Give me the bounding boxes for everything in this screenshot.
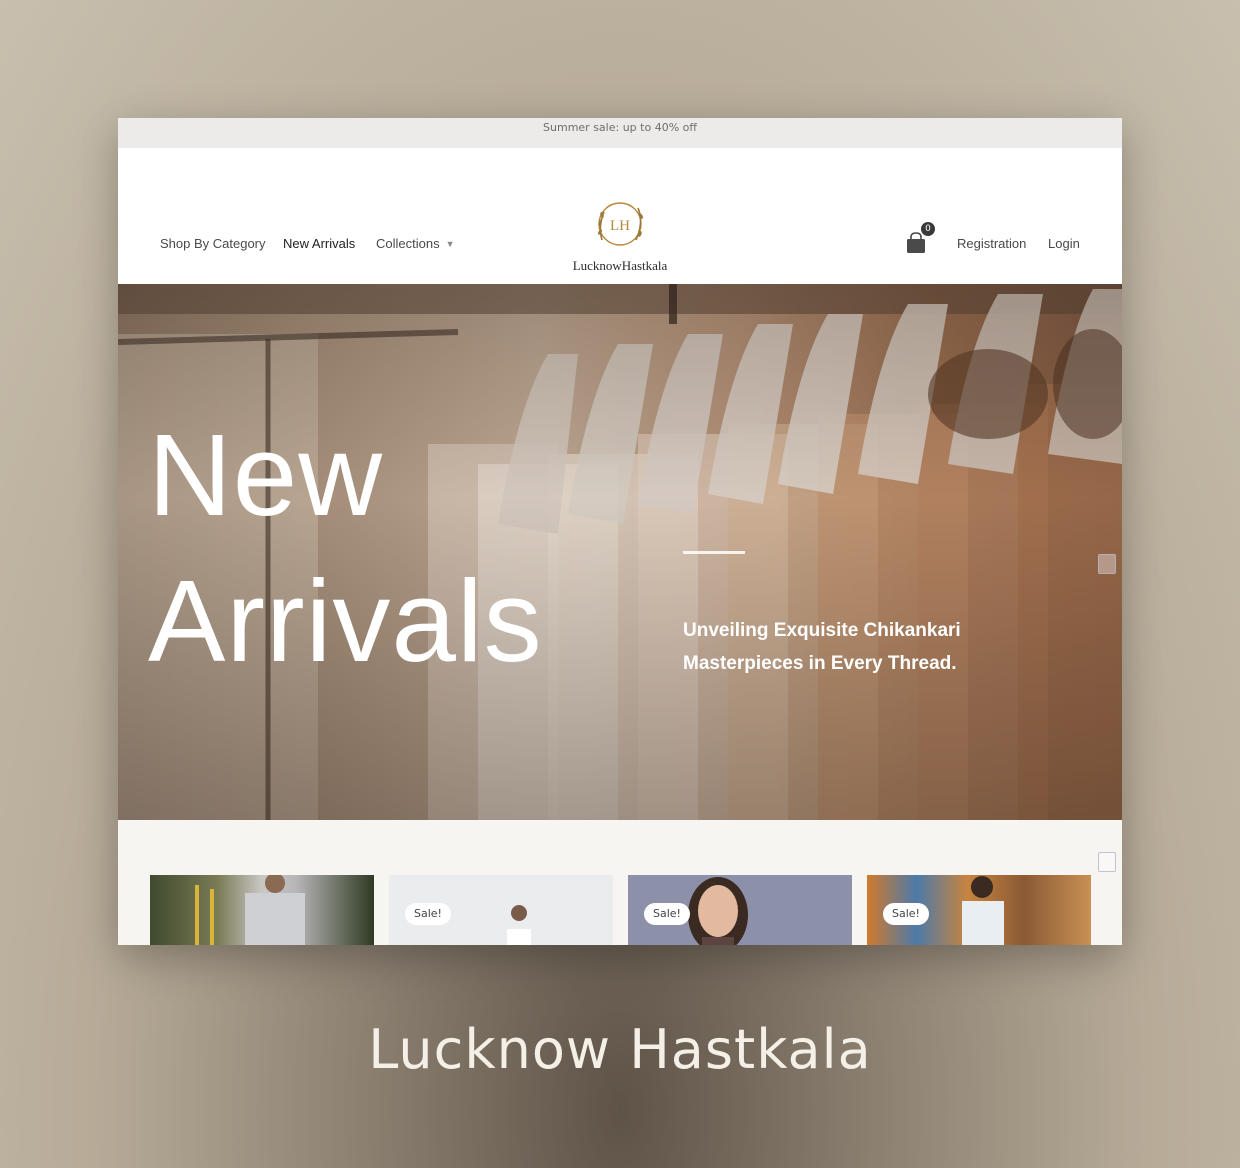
product-image	[195, 875, 305, 945]
hero-title-line-1: New	[148, 410, 384, 540]
site-header: Shop By Category New Arrivals Collection…	[118, 148, 1122, 285]
side-widget-icon[interactable]	[1098, 554, 1116, 574]
side-widget-icon[interactable]	[1098, 852, 1116, 872]
sale-badge: Sale!	[405, 903, 451, 925]
hero-subtitle: Unveiling Exquisite Chikankari Masterpie…	[683, 620, 961, 674]
nav-collections[interactable]: Collections ▼	[376, 236, 455, 251]
product-grid: Sale! Sale! Sale!	[118, 820, 1122, 945]
hero-divider	[683, 551, 745, 554]
product-card[interactable]: Sale!	[389, 875, 613, 945]
sale-badge: Sale!	[883, 903, 929, 925]
browser-window: Summer sale: up to 40% off Shop By Categ…	[118, 118, 1122, 945]
brand-name: LucknowHastkala	[572, 258, 668, 273]
shopping-bag-icon	[907, 232, 925, 253]
laurel-monogram-icon: LH	[598, 202, 643, 246]
hero-banner: New Arrivals Unveiling Exquisite Chikank…	[118, 284, 1122, 820]
product-card[interactable]: Sale!	[628, 875, 852, 945]
product-card[interactable]: Sale!	[867, 875, 1091, 945]
caption-title: Lucknow Hastkala	[368, 1018, 872, 1081]
nav-new-arrivals[interactable]: New Arrivals	[283, 236, 355, 251]
sale-badge: Sale!	[644, 903, 690, 925]
nav-shop-by-category[interactable]: Shop By Category	[160, 236, 266, 251]
brand-logo[interactable]: LH LucknowHastkala	[564, 196, 676, 288]
registration-link[interactable]: Registration	[957, 236, 1026, 251]
hero-title: New Arrivals	[148, 402, 543, 694]
chevron-down-icon: ▼	[445, 239, 455, 249]
product-card[interactable]	[150, 875, 374, 945]
login-link[interactable]: Login	[1048, 236, 1080, 251]
cart-count-badge: 0	[921, 222, 935, 236]
brand-monogram: LH	[610, 218, 630, 234]
hero-title-line-2: Arrivals	[148, 556, 543, 686]
nav-collections-label: Collections	[376, 236, 440, 251]
cart-button[interactable]: 0	[906, 222, 938, 256]
announcement-bar: Summer sale: up to 40% off	[118, 118, 1122, 148]
